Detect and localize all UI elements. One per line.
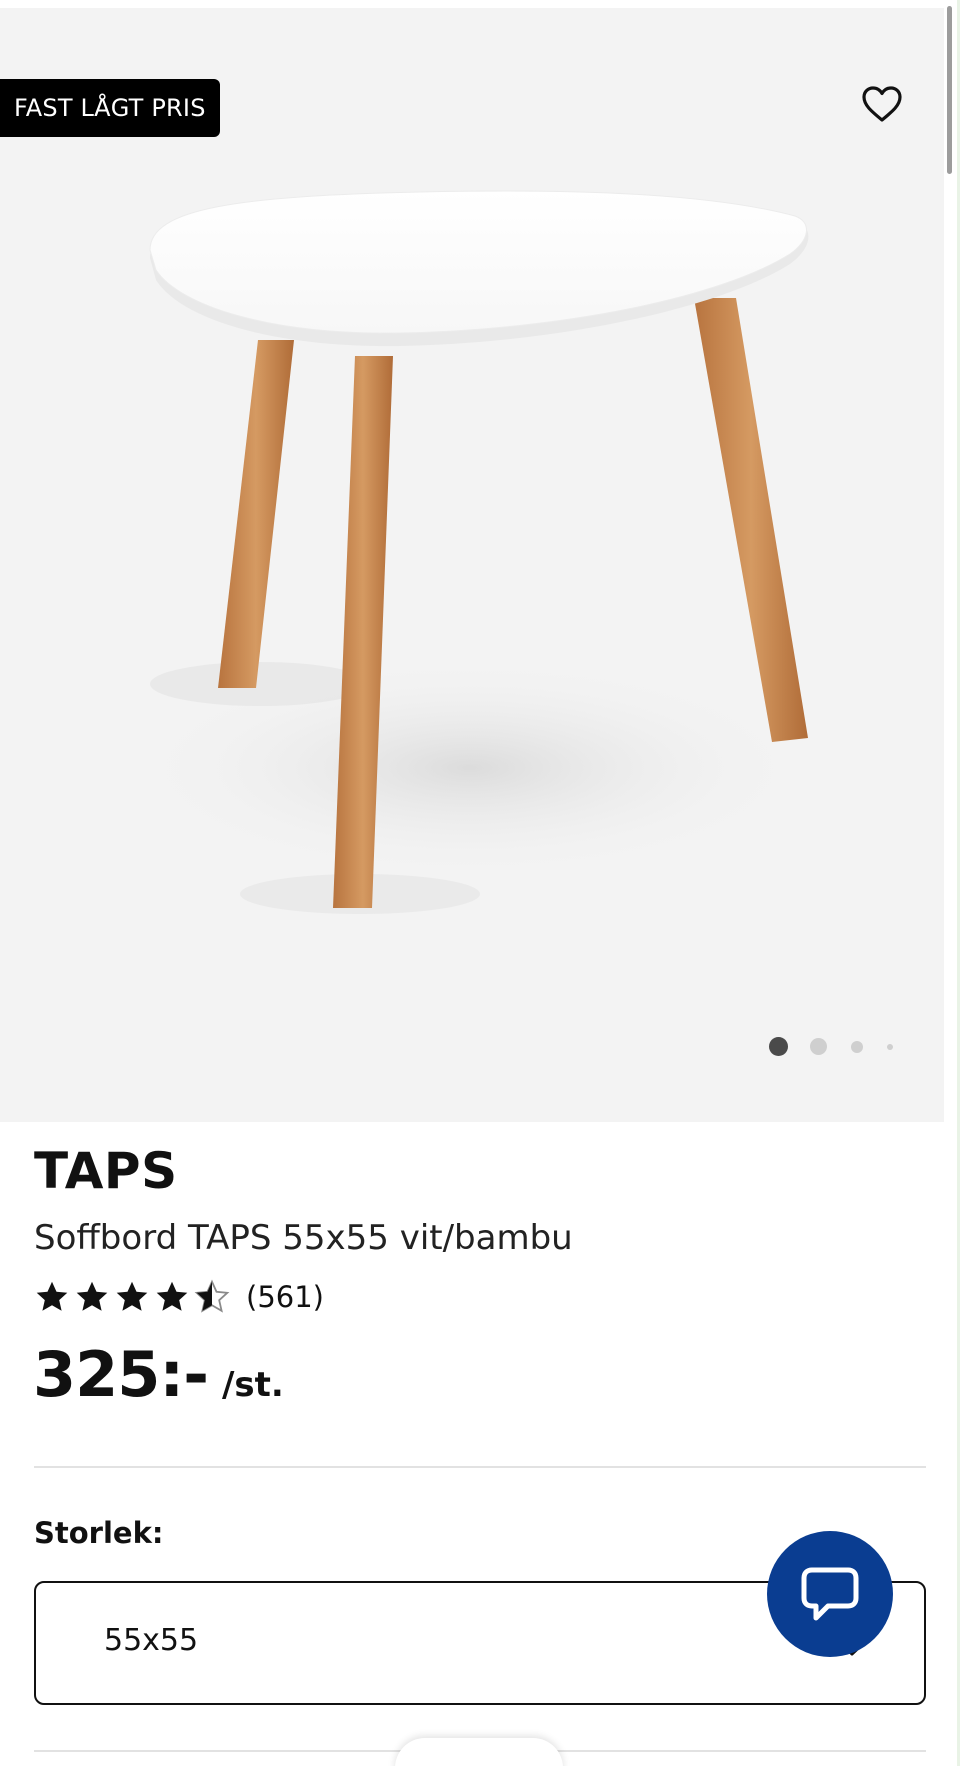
scrollbar-thumb[interactable] xyxy=(947,6,952,174)
top-edge xyxy=(0,0,945,8)
product-image-gallery[interactable]: FAST LÅGT PRIS xyxy=(0,8,957,1122)
product-price: 325:- /st. xyxy=(33,1338,284,1411)
gallery-dot-1[interactable] xyxy=(769,1037,788,1056)
favorite-button[interactable] xyxy=(856,78,908,130)
gallery-dot-2[interactable] xyxy=(810,1038,827,1055)
size-selected-value: 55x55 xyxy=(104,1623,199,1658)
rating-stars xyxy=(34,1279,230,1315)
price-unit: /st. xyxy=(221,1365,284,1405)
bottom-floating-element[interactable] xyxy=(395,1738,563,1766)
heart-icon xyxy=(862,86,902,122)
chat-button[interactable] xyxy=(767,1531,893,1657)
price-value: 325:- xyxy=(33,1338,209,1411)
rating-count[interactable]: (561) xyxy=(246,1280,324,1314)
gallery-dot-4[interactable] xyxy=(887,1044,893,1050)
product-title: TAPS xyxy=(34,1142,178,1200)
size-label: Storlek: xyxy=(34,1516,164,1550)
star-icon xyxy=(116,1281,148,1311)
half-star-icon xyxy=(194,1279,230,1313)
star-icon xyxy=(156,1281,188,1311)
chat-bubble-icon xyxy=(801,1567,859,1621)
section-divider xyxy=(34,1466,926,1468)
fixed-low-price-badge: FAST LÅGT PRIS xyxy=(0,79,220,137)
product-rating[interactable]: (561) xyxy=(34,1275,324,1319)
star-icon xyxy=(36,1281,68,1311)
gallery-dot-3[interactable] xyxy=(851,1041,863,1053)
product-description: Soffbord TAPS 55x55 vit/bambu xyxy=(34,1218,573,1258)
star-icon xyxy=(76,1281,108,1311)
product-image xyxy=(130,190,810,914)
